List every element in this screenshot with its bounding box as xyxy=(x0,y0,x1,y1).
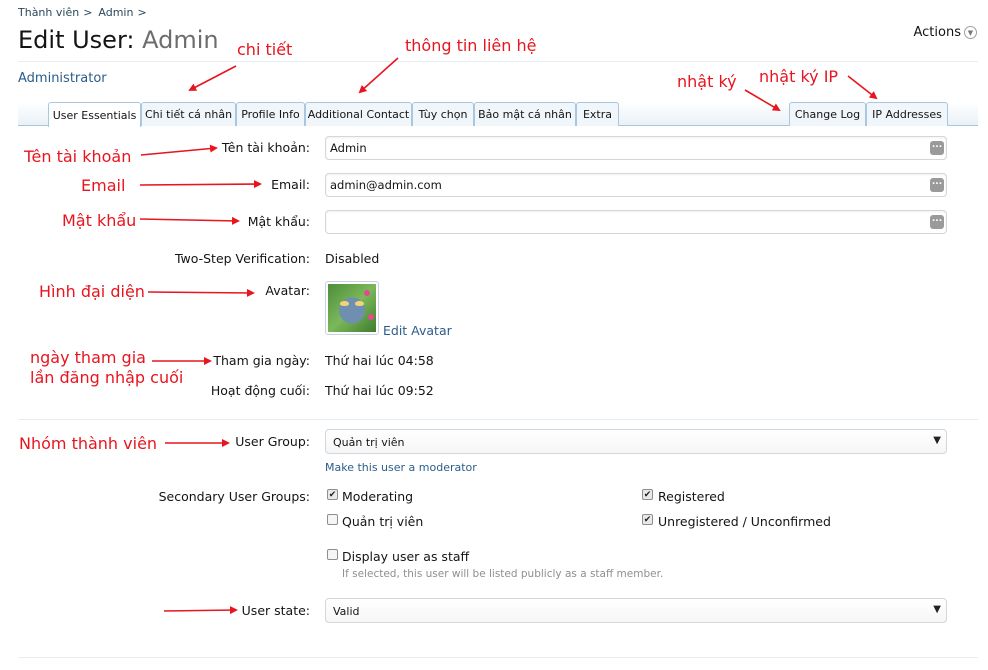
arrow-contact xyxy=(358,57,399,94)
page-title-prefix: Edit User: xyxy=(18,26,135,54)
annotation-joined: ngày tham gia xyxy=(30,348,146,367)
avatar-flower xyxy=(368,314,374,320)
breadcrumb-item-admin[interactable]: Admin xyxy=(98,6,133,19)
tab-options[interactable]: Tùy chọn xyxy=(412,102,474,126)
more-dots-icon[interactable]: ... xyxy=(930,141,944,155)
avatar[interactable] xyxy=(325,281,379,335)
chevron-down-icon: ▼ xyxy=(964,26,977,39)
annotation-password: Mật khẩu xyxy=(62,211,137,230)
joined-value: Thứ hai lúc 04:58 xyxy=(325,353,434,368)
username-field[interactable]: Admin ... xyxy=(325,136,947,160)
tab-user-essentials[interactable]: User Essentials xyxy=(48,102,141,127)
display-staff-hint: If selected, this user will be listed pu… xyxy=(342,568,664,580)
annotation-contact: thông tin liên hệ xyxy=(405,36,537,55)
two-step-value: Disabled xyxy=(325,251,380,266)
avatar-eye xyxy=(340,301,349,306)
user-state-select[interactable]: Valid ▼ xyxy=(325,598,947,623)
section-divider xyxy=(18,419,978,420)
checkbox-label-registered: Registered xyxy=(658,489,725,504)
display-staff-label: Display user as staff xyxy=(342,549,470,564)
breadcrumb-separator: > xyxy=(137,6,147,19)
more-dots-icon[interactable]: ... xyxy=(930,178,944,192)
title-divider xyxy=(18,61,978,62)
tab-privacy[interactable]: Bảo mật cá nhân xyxy=(474,102,576,126)
annotation-username: Tên tài khoản xyxy=(24,147,132,166)
username-value: Admin xyxy=(330,141,367,155)
password-label: Mật khẩu: xyxy=(247,214,310,229)
checkbox-registered[interactable]: ✔ xyxy=(642,489,653,500)
checkbox-label-moderating: Moderating xyxy=(342,489,414,504)
avatar-eye xyxy=(355,301,364,306)
password-field[interactable]: ... xyxy=(325,210,947,234)
annotation-ip-log: nhật ký IP xyxy=(759,67,839,86)
avatar-flower xyxy=(364,290,370,296)
page-title-username: Admin xyxy=(142,26,219,54)
tab-ip-addresses[interactable]: IP Addresses xyxy=(866,102,948,126)
annotation-details: chi tiết xyxy=(237,40,293,59)
breadcrumb: Thành viên > Admin > xyxy=(18,6,153,19)
user-group-select[interactable]: Quản trị viên ▼ xyxy=(325,429,947,454)
breadcrumb-separator: > xyxy=(83,6,93,19)
tab-extra[interactable]: Extra xyxy=(576,102,619,126)
arrow-details xyxy=(188,65,237,91)
actions-menu-button[interactable]: Actions ▼ xyxy=(913,25,977,40)
user-state-label: User state: xyxy=(241,603,310,618)
email-value: admin@admin.com xyxy=(330,178,442,192)
tab-profile-info[interactable]: Profile Info xyxy=(236,102,305,126)
annotation-log: nhật ký xyxy=(677,72,737,91)
tab-change-log[interactable]: Change Log xyxy=(789,102,866,126)
arrow-ip-log xyxy=(847,75,878,100)
annotation-group: Nhóm thành viên xyxy=(19,434,158,453)
annotation-email: Email xyxy=(81,176,126,195)
checkbox-display-staff[interactable] xyxy=(327,549,338,560)
checkbox-unregistered[interactable]: ✔ xyxy=(642,514,653,525)
avatar-image xyxy=(328,284,376,332)
tab-additional-contact[interactable]: Additional Contact xyxy=(305,102,412,126)
user-role-link[interactable]: Administrator xyxy=(18,71,107,86)
user-group-value: Quản trị viên xyxy=(333,436,405,449)
checkbox-label-administrator: Quản trị viên xyxy=(342,514,424,529)
more-dots-icon[interactable]: ... xyxy=(930,215,944,229)
triangle-down-icon: ▼ xyxy=(933,435,941,446)
section-divider xyxy=(18,657,978,658)
annotation-last-login: lần đăng nhập cuối xyxy=(30,368,184,387)
edit-avatar-link[interactable]: Edit Avatar xyxy=(383,323,452,338)
email-label: Email: xyxy=(271,177,310,192)
annotation-avatar: Hình đại diện xyxy=(39,282,145,301)
checkbox-moderating[interactable]: ✔ xyxy=(327,489,338,500)
email-field[interactable]: admin@admin.com ... xyxy=(325,173,947,197)
triangle-down-icon: ▼ xyxy=(933,604,941,615)
last-activity-value: Thứ hai lúc 09:52 xyxy=(325,383,434,398)
two-step-label: Two-Step Verification: xyxy=(174,251,310,266)
user-state-value: Valid xyxy=(333,605,360,618)
make-moderator-link[interactable]: Make this user a moderator xyxy=(325,461,477,474)
page-title: Edit User: Admin xyxy=(18,26,219,54)
checkbox-administrator[interactable] xyxy=(327,514,338,525)
actions-label: Actions xyxy=(913,25,962,40)
checkbox-label-unregistered: Unregistered / Unconfirmed xyxy=(658,514,831,529)
secondary-groups-label: Secondary User Groups: xyxy=(158,489,310,504)
breadcrumb-item-members[interactable]: Thành viên xyxy=(18,6,79,19)
tab-personal-details[interactable]: Chi tiết cá nhân xyxy=(141,102,236,126)
